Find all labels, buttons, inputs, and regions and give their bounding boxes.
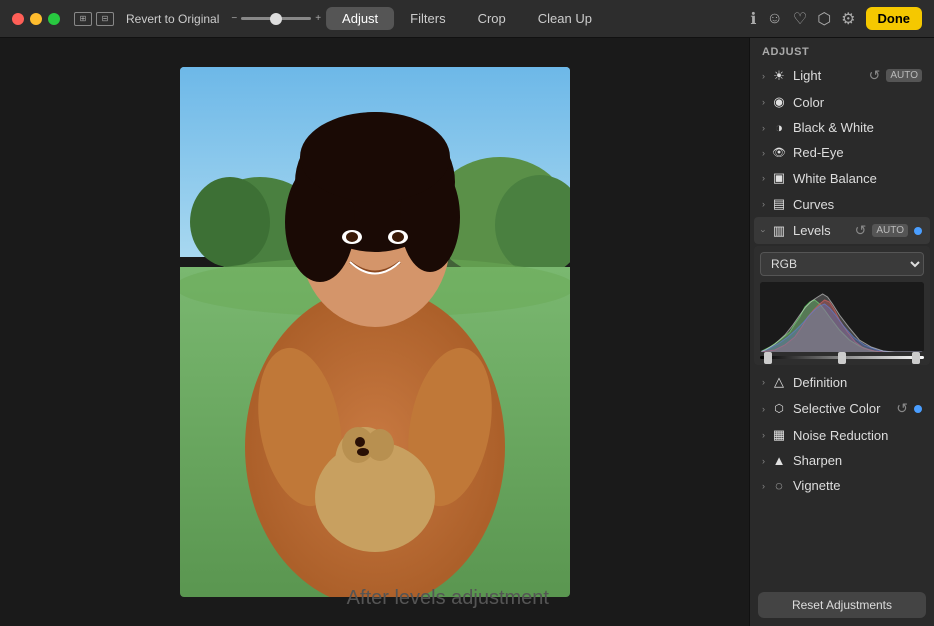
tab-adjust[interactable]: Adjust	[326, 7, 394, 30]
levels-active-dot	[914, 227, 922, 235]
reset-adjustments-button[interactable]: Reset Adjustments	[758, 592, 926, 618]
definition-label: Definition	[793, 375, 922, 390]
black-white-icon: ◑	[771, 120, 787, 135]
right-panel: ADJUST › ☀ Light ↺ AUTO › ◉ Color › ◑ Bl…	[749, 38, 934, 626]
levels-white-thumb[interactable]	[912, 352, 920, 364]
chevron-right-icon: ›	[762, 481, 765, 491]
adjust-item-red-eye[interactable]: › 👁 Red-Eye	[754, 140, 930, 165]
zoom-out-icon: −	[231, 13, 237, 24]
light-auto-badge[interactable]: AUTO	[886, 69, 922, 82]
window-view-icon[interactable]: ⊞	[74, 12, 92, 26]
rgb-select[interactable]: RGB Red Green Blue Luminance	[760, 252, 924, 276]
window-split-icon[interactable]: ⊟	[96, 12, 114, 26]
share-icon[interactable]: ⬡	[817, 9, 831, 29]
selective-color-icon: ⬡	[771, 402, 787, 415]
light-icon: ☀	[771, 68, 787, 84]
red-eye-icon: 👁	[771, 146, 787, 159]
chevron-right-icon: ›	[762, 404, 765, 414]
red-eye-label: Red-Eye	[793, 145, 922, 160]
selective-color-dot	[914, 405, 922, 413]
definition-icon: △	[771, 374, 787, 390]
chevron-right-icon: ›	[762, 123, 765, 133]
nav-tabs: Adjust Filters Crop Clean Up	[326, 7, 608, 30]
titlebar-right: ℹ ☺ ♡ ⬡ ⚙ Done	[750, 7, 922, 30]
chevron-down-icon: ›	[759, 229, 769, 232]
adjust-item-noise-reduction[interactable]: › ▦ Noise Reduction	[754, 422, 930, 448]
chevron-right-icon: ›	[762, 71, 765, 81]
info-icon[interactable]: ℹ	[750, 9, 756, 29]
photo-image	[180, 67, 570, 597]
white-balance-icon: ▣	[771, 170, 787, 186]
zoom-slider-wrapper: − +	[231, 13, 321, 24]
chevron-right-icon: ›	[762, 377, 765, 387]
zoom-in-icon: +	[315, 13, 321, 24]
adjust-item-vignette[interactable]: › ◌ Vignette	[754, 473, 930, 498]
chevron-right-icon: ›	[762, 430, 765, 440]
curves-label: Curves	[793, 197, 922, 212]
levels-mid-thumb[interactable]	[838, 352, 846, 364]
revert-button[interactable]: Revert to Original	[126, 12, 219, 26]
adjust-item-selective-color[interactable]: › ⬡ Selective Color ↺	[754, 395, 930, 422]
adjust-item-white-balance[interactable]: › ▣ White Balance	[754, 165, 930, 191]
titlebar: ⊞ ⊟ Revert to Original − + Adjust Filter…	[0, 0, 934, 38]
levels-black-thumb[interactable]	[764, 352, 772, 364]
tab-filters[interactable]: Filters	[394, 7, 461, 30]
emoji-icon[interactable]: ☺	[767, 10, 783, 28]
photo-caption: After levels adjustment	[347, 587, 549, 610]
white-balance-label: White Balance	[793, 171, 922, 186]
maximize-button[interactable]	[48, 13, 60, 25]
sharpen-label: Sharpen	[793, 453, 922, 468]
color-label: Color	[793, 95, 922, 110]
levels-panel: RGB Red Green Blue Luminance	[754, 246, 930, 365]
levels-auto-badge[interactable]: AUTO	[872, 224, 908, 237]
tab-crop[interactable]: Crop	[462, 7, 522, 30]
histogram-svg	[760, 282, 924, 352]
heart-icon[interactable]: ♡	[793, 9, 807, 29]
levels-reset-icon[interactable]: ↺	[855, 222, 867, 239]
noise-reduction-label: Noise Reduction	[793, 428, 922, 443]
color-icon: ◉	[771, 94, 787, 110]
sharpen-icon: ▲	[771, 453, 787, 468]
tab-cleanup[interactable]: Clean Up	[522, 7, 608, 30]
adjust-item-black-white[interactable]: › ◑ Black & White	[754, 115, 930, 140]
light-label: Light	[793, 68, 863, 83]
zoom-slider[interactable]	[241, 17, 311, 20]
gear-icon[interactable]: ⚙	[841, 9, 855, 29]
selective-color-label: Selective Color	[793, 401, 890, 416]
chevron-right-icon: ›	[762, 148, 765, 158]
chevron-right-icon: ›	[762, 97, 765, 107]
histogram	[760, 282, 924, 352]
levels-icon: ▥	[771, 223, 787, 239]
vignette-label: Vignette	[793, 478, 922, 493]
traffic-lights	[12, 13, 60, 25]
minimize-button[interactable]	[30, 13, 42, 25]
chevron-right-icon: ›	[762, 199, 765, 209]
panel-header: ADJUST	[750, 38, 934, 62]
close-button[interactable]	[12, 13, 24, 25]
adjust-item-levels[interactable]: › ▥ Levels ↺ AUTO	[754, 217, 930, 244]
levels-slider-track	[760, 356, 924, 359]
chevron-right-icon: ›	[762, 173, 765, 183]
curves-icon: ▤	[771, 196, 787, 212]
adjust-item-sharpen[interactable]: › ▲ Sharpen	[754, 448, 930, 473]
adjust-item-definition[interactable]: › △ Definition	[754, 369, 930, 395]
adjust-item-light[interactable]: › ☀ Light ↺ AUTO	[754, 62, 930, 89]
selective-color-reset-icon[interactable]: ↺	[896, 400, 908, 417]
noise-reduction-icon: ▦	[771, 427, 787, 443]
chevron-right-icon: ›	[762, 456, 765, 466]
adjust-item-color[interactable]: › ◉ Color	[754, 89, 930, 115]
main-area: After levels adjustment ADJUST › ☀ Light…	[0, 38, 934, 626]
light-reset-icon[interactable]: ↺	[869, 67, 881, 84]
photo-container	[180, 67, 570, 597]
black-white-label: Black & White	[793, 120, 922, 135]
vignette-icon: ◌	[771, 478, 787, 493]
photo-area: After levels adjustment	[0, 38, 749, 626]
adjust-item-curves[interactable]: › ▤ Curves	[754, 191, 930, 217]
levels-label: Levels	[793, 223, 849, 238]
done-button[interactable]: Done	[866, 7, 923, 30]
window-icons: ⊞ ⊟	[74, 12, 114, 26]
